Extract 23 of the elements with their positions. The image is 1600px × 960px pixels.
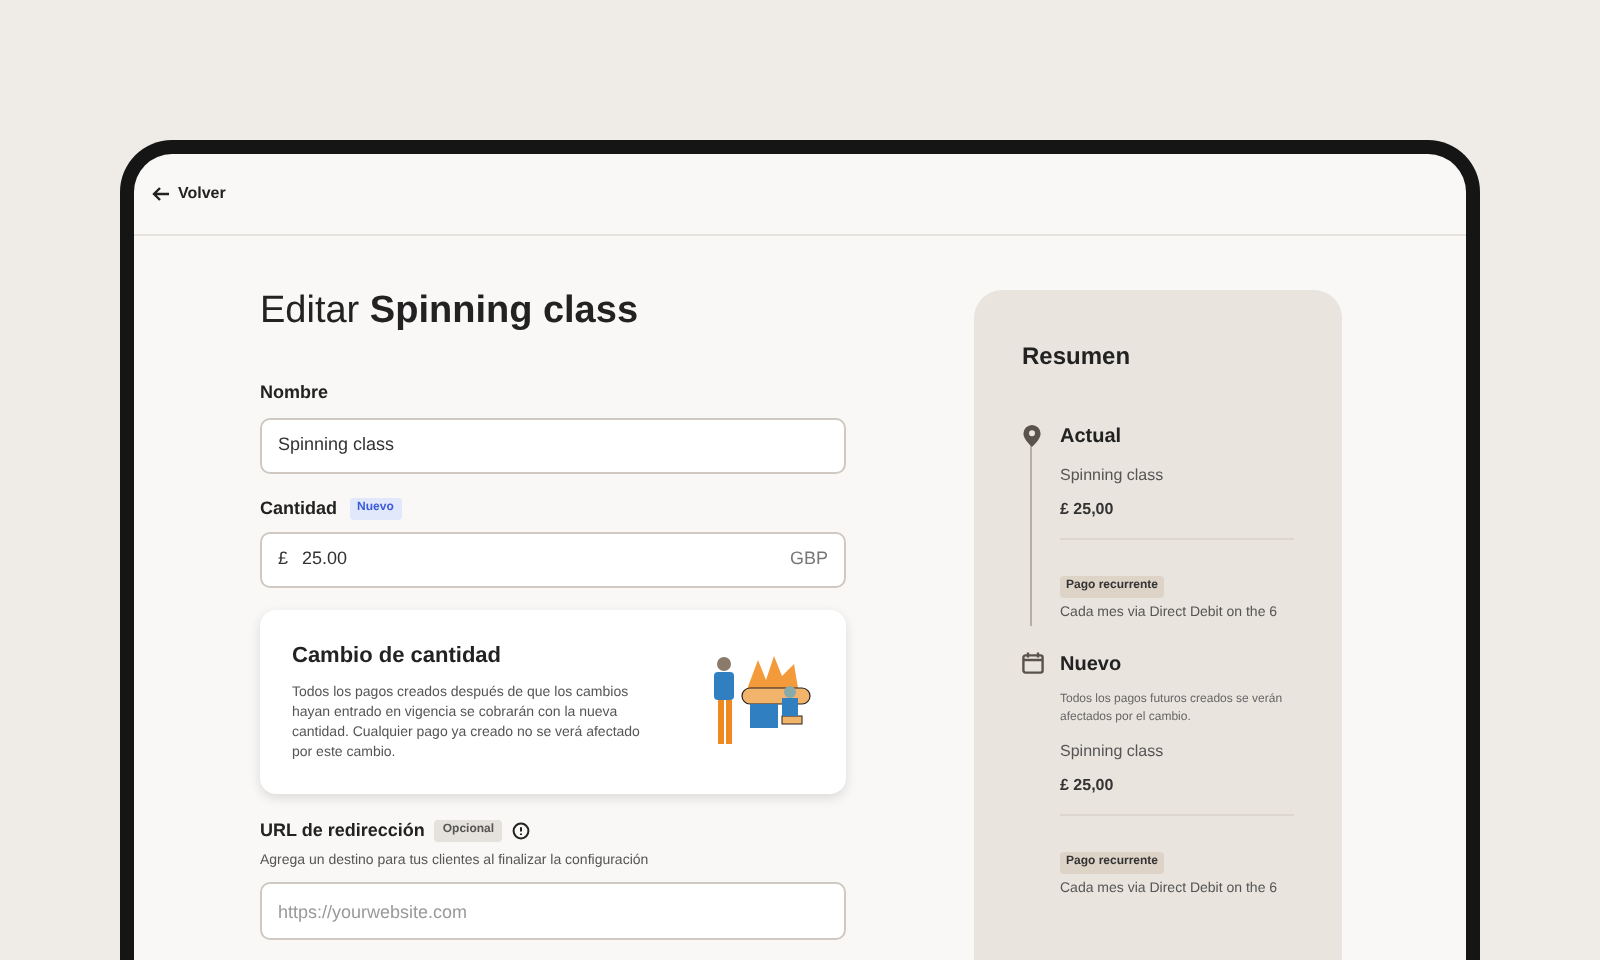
summary-title: Resumen bbox=[1022, 340, 1133, 374]
currency-code: GBP bbox=[789, 546, 828, 573]
input-value: 25.00 bbox=[302, 546, 350, 573]
location-pin-icon bbox=[1022, 424, 1042, 448]
field-label: URL de redirección bbox=[260, 818, 425, 844]
input-value: Spinning class bbox=[278, 431, 395, 458]
plan-amount: £ 25,00 bbox=[1060, 773, 1294, 815]
back-link[interactable]: Volver bbox=[152, 182, 226, 206]
url-input-field[interactable]: https://yourwebsite.com bbox=[260, 882, 846, 940]
calendar-icon bbox=[1022, 651, 1044, 673]
input-field[interactable]: Spinning class bbox=[260, 417, 846, 473]
step-title: Nuevo bbox=[1060, 651, 1124, 679]
plan-name: Spinning class bbox=[1060, 464, 1166, 488]
input-field[interactable]: £ 25.00 GBP bbox=[260, 532, 846, 588]
back-arrow-icon bbox=[152, 186, 170, 202]
currency-symbol: £ bbox=[278, 546, 289, 573]
plan-amount: £ 25,00 bbox=[1060, 498, 1294, 540]
step-title: Actual bbox=[1060, 424, 1124, 452]
plan-name: Spinning class bbox=[1060, 739, 1166, 763]
notice-title: Cambio de cantidad bbox=[292, 641, 504, 672]
field-label: Nombre bbox=[260, 380, 329, 406]
field-label: Cantidad bbox=[260, 495, 338, 521]
page-title: Editar Spinning class bbox=[260, 288, 641, 336]
